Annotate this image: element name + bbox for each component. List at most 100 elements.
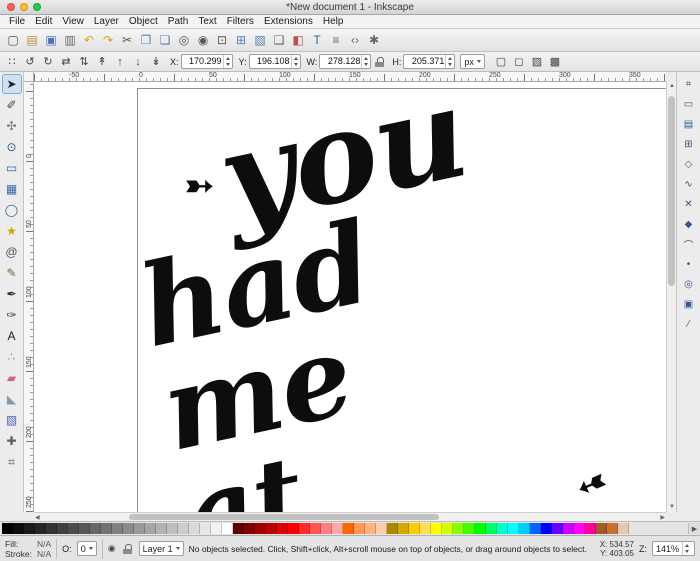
field-spinner[interactable]	[445, 55, 454, 68]
field-input[interactable]: 278.128	[319, 54, 372, 69]
rotate-cw-button[interactable]: ↻	[40, 54, 56, 70]
flip-horizontal-button[interactable]: ⇄	[58, 54, 74, 70]
layer-visibility-icon[interactable]: ◉	[108, 543, 116, 554]
spray-tool[interactable]: ∴	[2, 347, 22, 367]
color-swatch[interactable]	[90, 523, 101, 534]
spin-up-icon[interactable]	[685, 543, 689, 547]
color-swatch[interactable]	[156, 523, 167, 534]
color-swatch[interactable]	[178, 523, 189, 534]
color-swatch[interactable]	[596, 523, 607, 534]
field-input[interactable]: 205.371	[403, 54, 456, 69]
lower-to-bottom-button[interactable]: ↡	[148, 54, 164, 70]
connector-tool[interactable]: ⌗	[2, 452, 22, 472]
select-all-button[interactable]: ∷	[4, 54, 20, 70]
snap-page-border-toggle[interactable]: ▣	[680, 295, 698, 313]
copy-button[interactable]: ❐	[137, 31, 155, 49]
spin-down-icon[interactable]	[448, 63, 453, 67]
color-swatch[interactable]	[101, 523, 112, 534]
spin-up-icon[interactable]	[364, 56, 369, 60]
menu-filters[interactable]: Filters	[222, 16, 259, 27]
gradient-tool[interactable]: ▧	[2, 410, 22, 430]
menu-text[interactable]: Text	[193, 16, 221, 27]
affect-stroke-toggle[interactable]: ▢	[493, 54, 509, 70]
zoom-selection-button[interactable]: ◎	[175, 31, 193, 49]
color-swatch[interactable]	[431, 523, 442, 534]
align-dialog-button[interactable]: ≡	[327, 31, 345, 49]
dropper-tool[interactable]: ✚	[2, 431, 22, 451]
color-swatch[interactable]	[299, 523, 310, 534]
snap-intersections-toggle[interactable]: ✕	[680, 195, 698, 213]
horizontal-scrollbar-thumb[interactable]	[129, 514, 439, 520]
color-swatch[interactable]	[552, 523, 563, 534]
spin-down-icon[interactable]	[364, 63, 369, 67]
lock-ratio-icon[interactable]	[375, 56, 385, 67]
affect-pattern-toggle[interactable]: ▩	[547, 54, 563, 70]
text-tool[interactable]: A	[2, 326, 22, 346]
vertical-scrollbar-thumb[interactable]	[668, 96, 675, 286]
color-swatch[interactable]	[387, 523, 398, 534]
open-button[interactable]: ▤	[23, 31, 41, 49]
tweak-tool[interactable]: ✣	[2, 116, 22, 136]
snap-bbox-corners-toggle[interactable]: ⊞	[680, 135, 698, 153]
minimize-button[interactable]	[20, 3, 28, 11]
raise-to-top-button[interactable]: ↟	[94, 54, 110, 70]
horizontal-ruler[interactable]: -50050100150200250300350400450	[34, 72, 666, 82]
pencil-tool[interactable]: ✎	[2, 263, 22, 283]
palette-scroll-icon[interactable]: ▶	[688, 523, 700, 534]
color-swatch[interactable]	[354, 523, 365, 534]
field-input[interactable]: 196.108	[248, 54, 301, 69]
print-button[interactable]: ▥	[61, 31, 79, 49]
field-spinner[interactable]	[290, 55, 300, 68]
color-swatch[interactable]	[112, 523, 123, 534]
color-swatch[interactable]	[398, 523, 409, 534]
calligraphy-tool[interactable]: ✑	[2, 305, 22, 325]
eraser-tool[interactable]: ▰	[2, 368, 22, 388]
snap-bbox-edges-toggle[interactable]: ▤	[680, 115, 698, 133]
color-swatch[interactable]	[607, 523, 618, 534]
color-swatch[interactable]	[519, 523, 530, 534]
spiral-tool[interactable]: @	[2, 242, 22, 262]
color-swatch[interactable]	[310, 523, 321, 534]
spin-down-icon[interactable]	[293, 63, 298, 67]
rotate-ccw-button[interactable]: ↺	[22, 54, 38, 70]
color-swatch[interactable]	[343, 523, 354, 534]
color-swatch[interactable]	[222, 523, 233, 534]
color-swatch[interactable]	[134, 523, 145, 534]
snap-midpoints-toggle[interactable]: •	[680, 255, 698, 273]
canvas[interactable]: ➳ you had me at Beer ➳	[34, 82, 666, 512]
flip-vertical-button[interactable]: ⇅	[76, 54, 92, 70]
layer-lock-icon[interactable]	[122, 543, 132, 554]
menu-extensions[interactable]: Extensions	[259, 16, 318, 27]
color-swatch[interactable]	[123, 523, 134, 534]
lower-button[interactable]: ↓	[130, 54, 146, 70]
zoom-drawing-button[interactable]: ◉	[194, 31, 212, 49]
spin-down-icon[interactable]	[225, 63, 230, 67]
zoom-input[interactable]: 141%	[651, 541, 695, 556]
color-swatch[interactable]	[167, 523, 178, 534]
layer-dropdown[interactable]: Layer 1	[138, 541, 184, 556]
zoom-window-button[interactable]	[33, 3, 41, 11]
color-swatch[interactable]	[453, 523, 464, 534]
color-swatch[interactable]	[420, 523, 431, 534]
unit-dropdown[interactable]: px	[460, 54, 485, 69]
field-input[interactable]: 170.299	[180, 54, 233, 69]
color-swatch[interactable]	[365, 523, 376, 534]
ellipse-tool[interactable]: ◯	[2, 200, 22, 220]
clone-button[interactable]: ▧	[251, 31, 269, 49]
color-swatch[interactable]	[57, 523, 68, 534]
color-swatch[interactable]	[255, 523, 266, 534]
snap-nodes-toggle[interactable]: ◇	[680, 155, 698, 173]
color-swatch[interactable]	[277, 523, 288, 534]
color-swatch[interactable]	[321, 523, 332, 534]
snap-cusp-nodes-toggle[interactable]: ◆	[680, 215, 698, 233]
spin-up-icon[interactable]	[293, 56, 298, 60]
text-dialog-button[interactable]: T	[308, 31, 326, 49]
color-swatch[interactable]	[68, 523, 79, 534]
new-document-button[interactable]: ▢	[4, 31, 22, 49]
color-swatch[interactable]	[376, 523, 387, 534]
color-swatch[interactable]	[475, 523, 486, 534]
affect-gradient-toggle[interactable]: ▨	[529, 54, 545, 70]
color-swatch[interactable]	[508, 523, 519, 534]
rectangle-tool[interactable]: ▭	[2, 158, 22, 178]
group-button[interactable]: ❑	[270, 31, 288, 49]
